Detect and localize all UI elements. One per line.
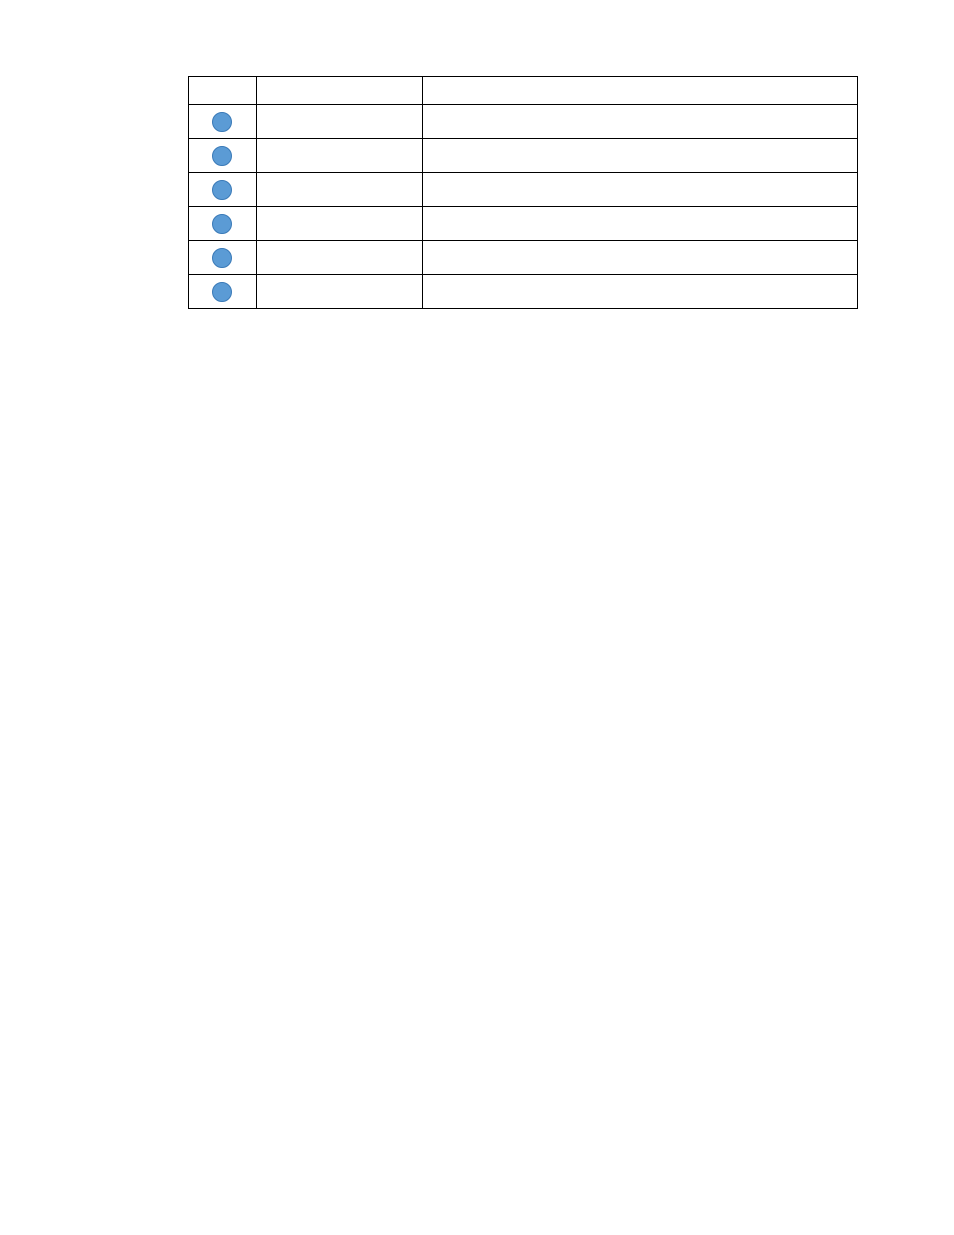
cell-col3 (422, 275, 857, 309)
table-row (189, 105, 858, 139)
cell-col2 (256, 275, 422, 309)
cell-dot (189, 275, 257, 309)
table-row (189, 173, 858, 207)
bullet-dot-icon (212, 112, 232, 132)
cell-dot (189, 241, 257, 275)
cell-col3 (422, 241, 857, 275)
cell-col2 (256, 139, 422, 173)
cell-col2 (256, 173, 422, 207)
table-header-row (189, 77, 858, 105)
cell-col2 (256, 241, 422, 275)
bullet-dot-icon (212, 248, 232, 268)
cell-dot (189, 105, 257, 139)
cell-col2 (256, 207, 422, 241)
table-row (189, 139, 858, 173)
header-cell-2 (256, 77, 422, 105)
cell-col3 (422, 139, 857, 173)
table-container (188, 76, 858, 309)
cell-col3 (422, 105, 857, 139)
bullet-dot-icon (212, 214, 232, 234)
header-cell-1 (189, 77, 257, 105)
bullet-dot-icon (212, 180, 232, 200)
cell-col3 (422, 173, 857, 207)
data-table (188, 76, 858, 309)
cell-dot (189, 207, 257, 241)
cell-col3 (422, 207, 857, 241)
cell-dot (189, 173, 257, 207)
bullet-dot-icon (212, 282, 232, 302)
cell-col2 (256, 105, 422, 139)
table-row (189, 275, 858, 309)
bullet-dot-icon (212, 146, 232, 166)
table-row (189, 207, 858, 241)
table-row (189, 241, 858, 275)
cell-dot (189, 139, 257, 173)
header-cell-3 (422, 77, 857, 105)
